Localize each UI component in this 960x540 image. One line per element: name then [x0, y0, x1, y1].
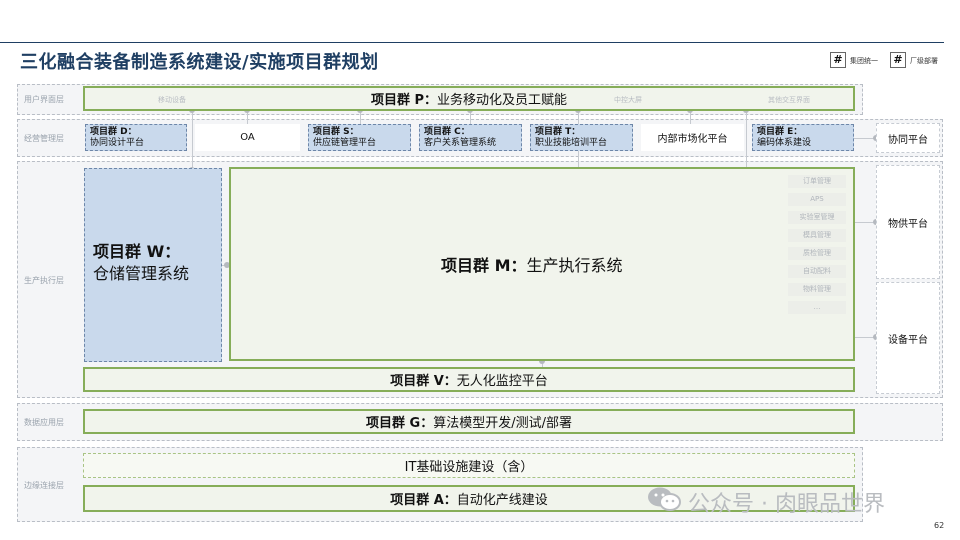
group-s-prefix: 项目群 S： [313, 127, 359, 137]
it-infrastructure-box[interactable]: IT基础设施建设（含） [83, 453, 855, 478]
group-p-prefix: 项目群 P： [370, 93, 438, 108]
m-module-item: 物料管理 [788, 283, 846, 296]
layer-label-operation: 经营管理层 [24, 134, 64, 143]
group-v-prefix: 项目群 V： [390, 374, 457, 389]
group-v-name: 无人化监控平台 [456, 374, 548, 389]
group-g-name: 算法模型开发/测试/部署 [433, 416, 572, 431]
group-a-prefix: 项目群 A： [390, 493, 457, 508]
wechat-icon [648, 487, 681, 511]
group-g[interactable]: 项目群 G： 算法模型开发/测试/部署 [83, 409, 855, 434]
connector-line [746, 110, 747, 170]
page-number: 62 [934, 521, 945, 530]
group-w[interactable]: 项目群 W： 仓储管理系统 [84, 168, 222, 362]
layer-label-production: 生产执行层 [24, 276, 64, 285]
layer-label-data: 数据应用层 [24, 418, 64, 427]
group-d-name: 协同设计平台 [90, 138, 145, 148]
header-rule [0, 42, 944, 43]
side-material-platform[interactable]: 物供平台 [876, 165, 940, 279]
page-title: 三化融合装备制造系统建设/实施项目群规划 [20, 52, 379, 73]
group-v[interactable]: 项目群 V： 无人化监控平台 [83, 367, 855, 392]
group-e[interactable]: 项目群 E： 编码体系建设 [752, 124, 854, 151]
group-w-prefix: 项目群 W： [93, 242, 181, 261]
m-module-item: 模具管理 [788, 229, 846, 242]
side-equipment-platform[interactable]: 设备平台 [876, 282, 940, 394]
legend-label-group: 集团统一 [850, 57, 878, 65]
group-d[interactable]: 项目群 D： 协同设计平台 [85, 124, 187, 151]
m-module-item: 订单管理 [788, 175, 846, 188]
group-t[interactable]: 项目群 T： 职业技能培训平台 [530, 124, 633, 151]
m-module-item: 自动配料 [788, 265, 846, 278]
group-d-prefix: 项目群 D： [90, 127, 137, 137]
ghost-label: 中控大屏 [614, 96, 642, 104]
group-s[interactable]: 项目群 S： 供应链管理平台 [308, 124, 411, 151]
group-c-prefix: 项目群 C： [424, 127, 470, 137]
group-m-prefix: 项目群 M： [441, 256, 527, 275]
group-e-name: 编码体系建设 [757, 138, 812, 148]
ghost-label: 其他交互界面 [768, 96, 810, 104]
group-c-name: 客户关系管理系统 [424, 138, 497, 148]
group-p[interactable]: 项目群 P： 业务移动化及员工赋能 [83, 86, 855, 111]
group-a-name: 自动化产线建设 [456, 493, 548, 508]
group-c[interactable]: 项目群 C： 客户关系管理系统 [419, 124, 522, 151]
group-e-prefix: 项目群 E： [757, 127, 803, 137]
legend-mark-factory: # [890, 52, 906, 68]
inner-market-box[interactable]: 内部市场化平台 [641, 124, 744, 151]
group-t-prefix: 项目群 T： [535, 127, 581, 137]
group-m-name: 生产执行系统 [526, 256, 623, 275]
side-collab-platform[interactable]: 协同平台 [876, 123, 940, 153]
group-p-name: 业务移动化及员工赋能 [437, 93, 568, 108]
legend-mark-group: # [830, 52, 846, 68]
m-module-item: 实验室管理 [788, 211, 846, 224]
layer-label-edge: 边缘连接层 [24, 481, 64, 490]
group-t-name: 职业技能培训平台 [535, 138, 608, 148]
ghost-label: 移动设备 [158, 96, 186, 104]
m-module-item: … [788, 301, 846, 314]
connector-line [192, 110, 193, 170]
m-module-item: 质检管理 [788, 247, 846, 260]
group-g-prefix: 项目群 G： [366, 416, 434, 431]
watermark-text: 公众号 · 肉眼品世界 [688, 492, 885, 517]
group-m[interactable]: 项目群 M： 生产执行系统 [229, 167, 855, 361]
oa-box[interactable]: OA [195, 124, 300, 151]
group-s-name: 供应链管理平台 [313, 138, 377, 148]
m-module-item: APS [788, 193, 846, 206]
group-w-name: 仓储管理系统 [93, 264, 190, 283]
legend-label-factory: 厂级部署 [910, 57, 938, 65]
layer-label-user: 用户界面层 [24, 95, 64, 104]
